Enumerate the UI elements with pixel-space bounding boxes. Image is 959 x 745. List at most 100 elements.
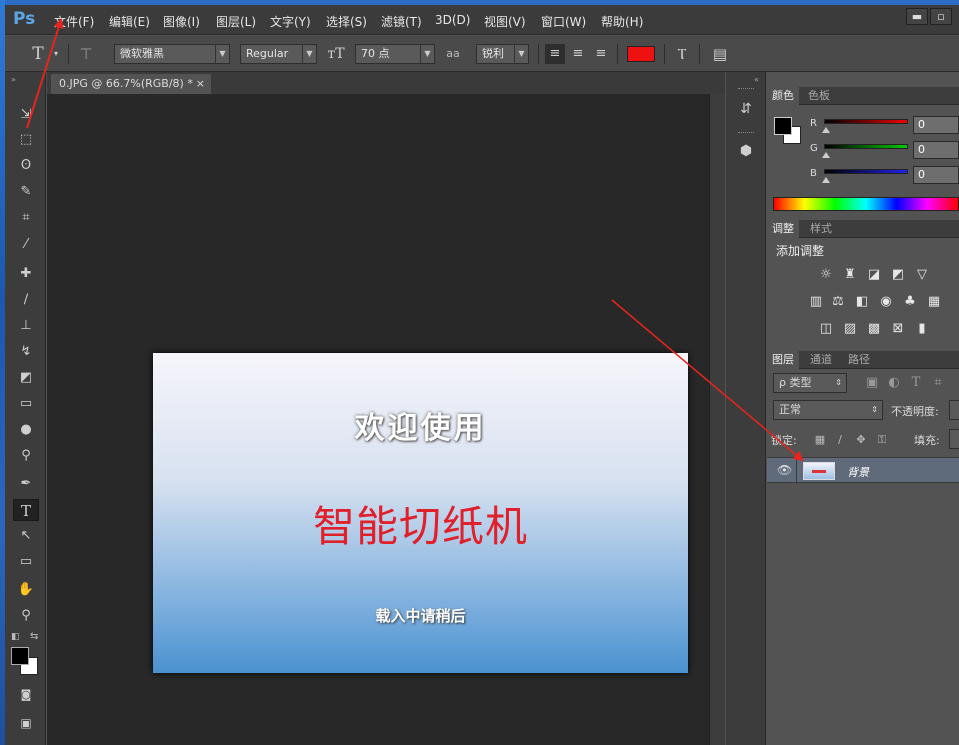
color-spectrum-bar[interactable]: [773, 197, 959, 211]
tab-styles[interactable]: 样式: [805, 220, 837, 238]
document-tab[interactable]: 0.JPG @ 66.7%(RGB/8) * ×: [51, 74, 211, 94]
fill-input[interactable]: [949, 429, 959, 449]
grip-handle[interactable]: [738, 88, 754, 90]
levels-icon[interactable]: ♜: [841, 267, 859, 283]
red-slider[interactable]: [824, 119, 908, 124]
history-brush-tool-icon[interactable]: ↯: [13, 341, 39, 363]
history-panel-icon[interactable]: ⇵: [734, 97, 758, 121]
align-center-icon[interactable]: ≡: [568, 44, 588, 64]
quick-mask-icon[interactable]: ◙: [13, 684, 39, 706]
path-selection-tool-icon[interactable]: ↖: [13, 525, 39, 547]
menu-select[interactable]: 选择(S): [326, 13, 367, 30]
text-color-swatch[interactable]: [627, 46, 655, 62]
character-panel-icon[interactable]: ▤: [709, 44, 731, 64]
lock-position-icon[interactable]: ✥: [852, 432, 870, 448]
crop-tool-icon[interactable]: ⌗: [13, 207, 39, 229]
shape-filter-icon[interactable]: ⌗: [929, 375, 947, 391]
tab-channels[interactable]: 通道: [805, 351, 837, 369]
color-lookup-icon[interactable]: ▦: [925, 294, 943, 310]
collapse-icon[interactable]: «: [754, 75, 759, 84]
layer-filter-select[interactable]: ρ 类型 ⇕: [773, 373, 847, 393]
screen-mode-icon[interactable]: ▣: [13, 712, 39, 734]
collapse-icon[interactable]: »: [11, 75, 16, 84]
threshold-icon[interactable]: ▩: [865, 321, 883, 337]
canvas-area[interactable]: 欢迎使用 智能切纸机 载入中请稍后: [47, 94, 709, 745]
blue-slider[interactable]: [824, 169, 908, 174]
eyedropper-tool-icon[interactable]: ⁄: [13, 234, 39, 256]
selective-color-icon[interactable]: ⊠: [889, 321, 907, 337]
swap-colors-icon[interactable]: ⇆: [30, 631, 38, 642]
font-size-select[interactable]: 70 点 ▼: [355, 44, 435, 64]
invert-icon[interactable]: ◫: [817, 321, 835, 337]
menu-edit[interactable]: 编辑(E): [109, 13, 150, 30]
brush-tool-icon[interactable]: ∕: [13, 289, 39, 311]
black-white-icon[interactable]: ◧: [853, 294, 871, 310]
posterize-icon[interactable]: ▨: [841, 321, 859, 337]
align-right-icon[interactable]: ≡: [591, 44, 611, 64]
menu-file[interactable]: 文件(F): [54, 13, 94, 30]
marquee-tool-icon[interactable]: ⬚: [13, 129, 39, 151]
tab-swatches[interactable]: 色板: [803, 87, 835, 105]
foreground-color-swatch[interactable]: [11, 647, 29, 665]
text-orientation-icon[interactable]: ⊤: [75, 44, 97, 64]
healing-brush-tool-icon[interactable]: ✚: [13, 263, 39, 285]
green-slider[interactable]: [824, 144, 908, 149]
menu-3d[interactable]: 3D(D): [435, 13, 470, 27]
lock-all-icon[interactable]: ⚿: [873, 432, 891, 448]
channel-mixer-icon[interactable]: ♣: [901, 294, 919, 310]
type-tool-icon[interactable]: T: [13, 499, 39, 521]
lock-pixels-icon[interactable]: ∕: [831, 432, 849, 448]
menu-help[interactable]: 帮助(H): [601, 13, 643, 30]
blue-slider-knob[interactable]: [822, 177, 830, 183]
pixel-filter-icon[interactable]: ▣: [863, 375, 881, 391]
lasso-tool-icon[interactable]: ʘ: [13, 155, 39, 177]
chevron-down-icon[interactable]: ▾: [51, 44, 61, 64]
blur-tool-icon[interactable]: ●: [13, 419, 39, 441]
tab-adjustments[interactable]: 调整: [767, 220, 799, 238]
zoom-tool-icon[interactable]: ⚲: [13, 605, 39, 627]
brightness-icon[interactable]: ☼: [817, 267, 835, 283]
green-slider-knob[interactable]: [822, 152, 830, 158]
curves-icon[interactable]: ◪: [865, 267, 883, 283]
red-value-input[interactable]: 0: [913, 116, 959, 134]
eye-icon[interactable]: 👁: [777, 463, 792, 477]
menu-filter[interactable]: 滤镜(T): [381, 13, 422, 30]
close-icon[interactable]: ×: [196, 74, 205, 94]
menu-view[interactable]: 视图(V): [484, 13, 526, 30]
tab-color[interactable]: 颜色: [767, 87, 799, 105]
vibrance-icon[interactable]: ▽: [913, 267, 931, 283]
exposure-icon[interactable]: ◩: [889, 267, 907, 283]
font-family-select[interactable]: 微软雅黑 ▼: [114, 44, 230, 64]
red-slider-knob[interactable]: [822, 127, 830, 133]
clone-stamp-tool-icon[interactable]: ⊥: [13, 315, 39, 337]
gradient-map-icon[interactable]: ▮: [913, 321, 931, 337]
default-colors-icon[interactable]: ◧: [11, 632, 20, 642]
tab-paths[interactable]: 路径: [843, 351, 875, 369]
align-left-icon[interactable]: ≡: [545, 44, 565, 64]
adjustment-filter-icon[interactable]: ◐: [885, 375, 903, 391]
opacity-input[interactable]: [949, 400, 959, 420]
document-image[interactable]: 欢迎使用 智能切纸机 载入中请稍后: [153, 353, 688, 673]
restore-button[interactable]: ▫: [930, 8, 952, 25]
photo-filter-icon[interactable]: ◉: [877, 294, 895, 310]
quick-selection-tool-icon[interactable]: ✎: [13, 181, 39, 203]
layer-row[interactable]: 👁 背景: [767, 457, 959, 484]
font-style-select[interactable]: Regular ▼: [240, 44, 317, 64]
menu-image[interactable]: 图像(I): [163, 13, 200, 30]
menu-type[interactable]: 文字(Y): [270, 13, 311, 30]
type-filter-icon[interactable]: T: [907, 375, 925, 391]
vertical-scrollbar[interactable]: [709, 94, 725, 745]
grip-handle[interactable]: [738, 132, 754, 134]
3d-panel-icon[interactable]: ⬢: [734, 139, 758, 163]
gradient-tool-icon[interactable]: ▭: [13, 393, 39, 415]
foreground-color-swatch[interactable]: [774, 117, 792, 135]
color-balance-icon[interactable]: ⚖: [829, 294, 847, 310]
menu-window[interactable]: 窗口(W): [541, 13, 586, 30]
rectangle-tool-icon[interactable]: ▭: [13, 551, 39, 573]
eraser-tool-icon[interactable]: ◩: [13, 367, 39, 389]
lock-transparency-icon[interactable]: ▦: [811, 432, 829, 448]
pen-tool-icon[interactable]: ✒: [13, 473, 39, 495]
dodge-tool-icon[interactable]: ⚲: [13, 445, 39, 467]
hand-tool-icon[interactable]: ✋: [13, 579, 39, 601]
menu-layer[interactable]: 图层(L): [216, 13, 256, 30]
